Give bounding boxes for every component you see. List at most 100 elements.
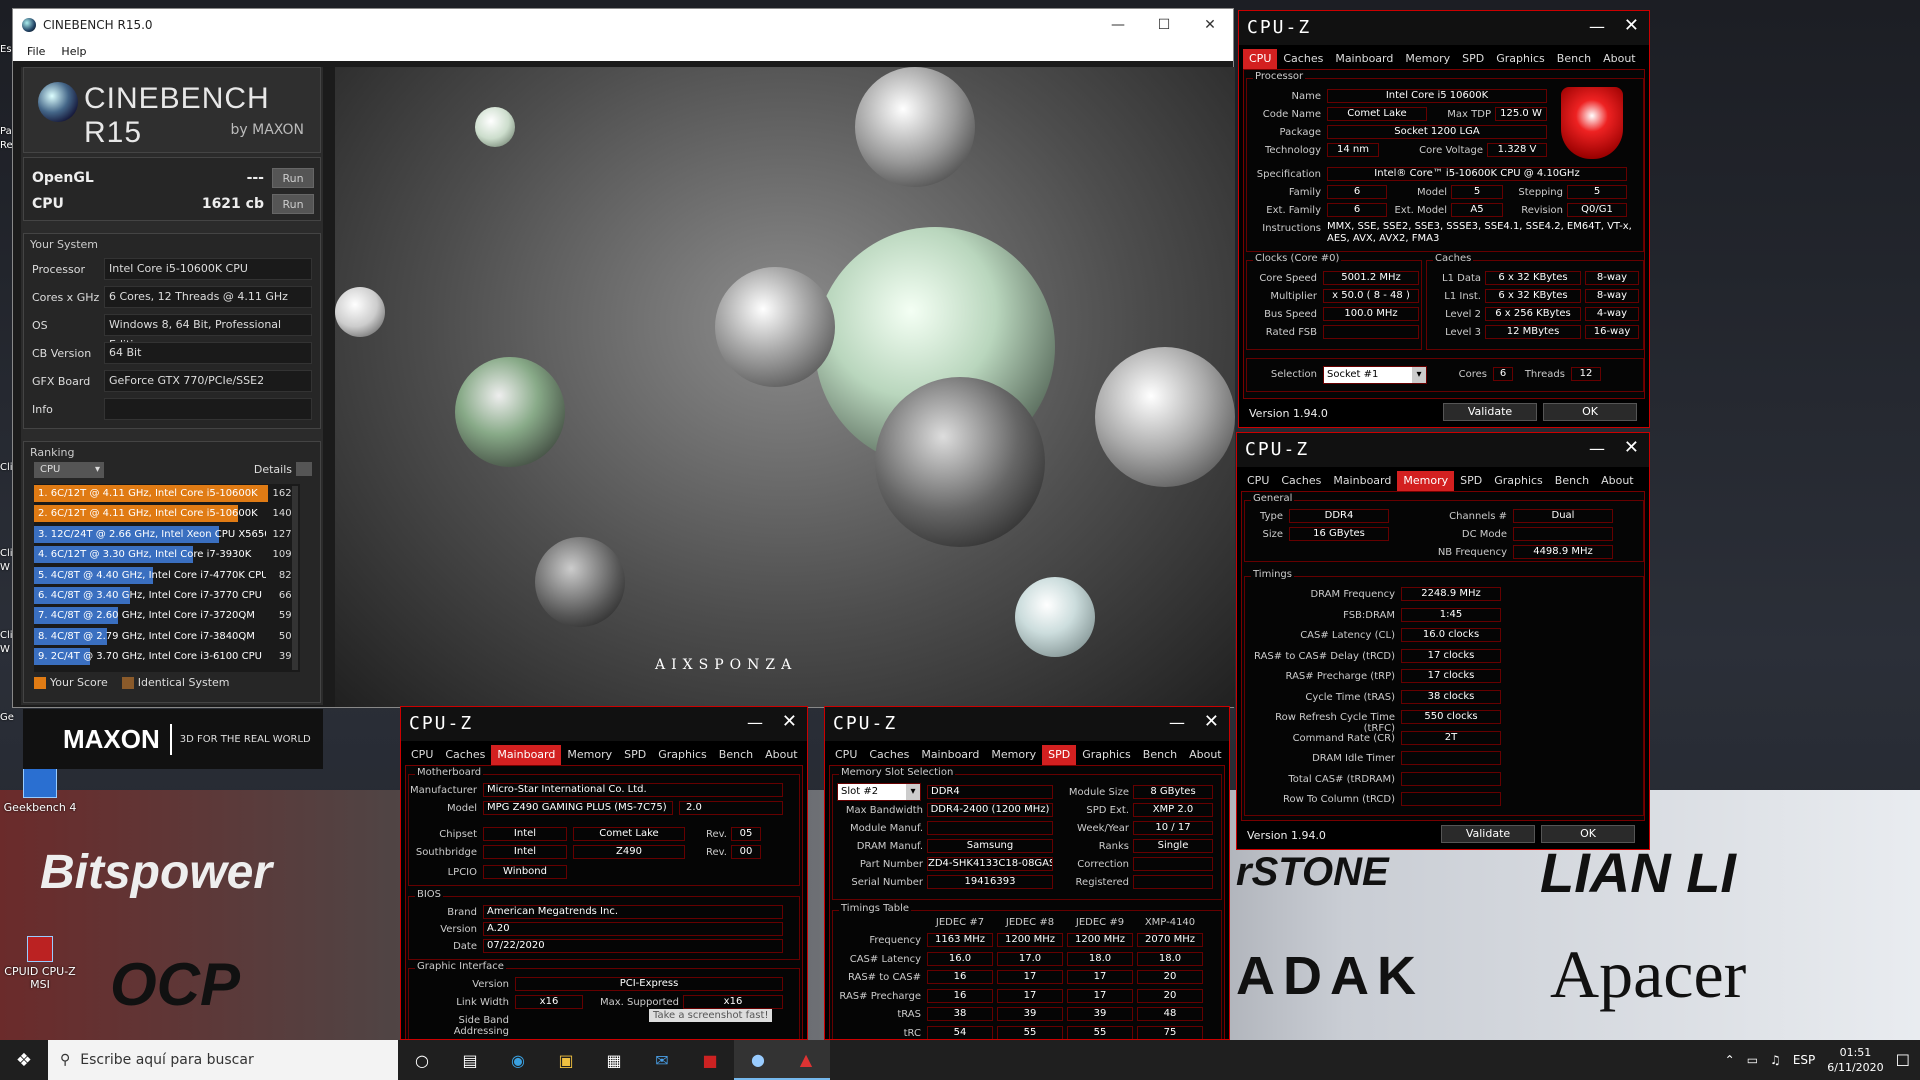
tab-mainboard[interactable]: Mainboard [491, 745, 562, 765]
clock[interactable]: 01:51 6/11/2020 [1827, 1045, 1883, 1075]
field-label: Technology [1264, 145, 1321, 156]
cpuz-titlebar[interactable]: CPU-Z — ✕ [1237, 433, 1649, 467]
language-indicator[interactable]: ESP [1793, 1053, 1815, 1067]
tab-memory[interactable]: Memory [1399, 49, 1456, 69]
tab-memory[interactable]: Memory [1397, 471, 1455, 491]
close-icon[interactable]: ✕ [1187, 9, 1233, 41]
tab-cpu[interactable]: CPU [405, 745, 439, 765]
tab-bench[interactable]: Bench [1551, 49, 1597, 69]
file-explorer-icon[interactable]: ▣ [542, 1040, 590, 1080]
network-icon[interactable]: ▭ [1747, 1053, 1758, 1067]
close-icon[interactable]: ✕ [1624, 437, 1639, 458]
chevron-up-icon[interactable]: ⌃ [1725, 1053, 1735, 1067]
tab-caches[interactable]: Caches [1277, 49, 1329, 69]
minimize-icon[interactable]: — [1589, 17, 1605, 36]
ranking-row[interactable]: 7. 4C/8T @ 2.60 GHz, Intel Core i7-3720Q… [34, 606, 300, 626]
cpuz-titlebar[interactable]: CPU-Z — ✕ [825, 707, 1229, 741]
tab-cpu[interactable]: CPU [829, 745, 863, 765]
maximize-icon[interactable]: ☐ [1141, 9, 1187, 41]
geekbench-icon [23, 764, 57, 798]
tab-about[interactable]: About [1597, 49, 1642, 69]
validate-button[interactable]: Validate [1441, 825, 1535, 843]
ok-button[interactable]: OK [1541, 825, 1635, 843]
brand-ocp: OCP [110, 951, 241, 1018]
tab-memory[interactable]: Memory [985, 745, 1042, 765]
cinebench-taskbar-icon[interactable]: ● [734, 1040, 782, 1080]
group-label: BIOS [415, 889, 444, 900]
tab-caches[interactable]: Caches [1275, 471, 1327, 491]
tab-graphics[interactable]: Graphics [1488, 471, 1549, 491]
minimize-icon[interactable]: — [1169, 713, 1185, 732]
tab-spd[interactable]: SPD [1042, 745, 1077, 765]
tab-about[interactable]: About [1183, 745, 1228, 765]
tab-cpu[interactable]: CPU [1241, 471, 1275, 491]
ranking-text: 7. 4C/8T @ 2.60 GHz, Intel Core i7-3720Q… [38, 610, 255, 622]
tab-bench[interactable]: Bench [713, 745, 759, 765]
cpuz-titlebar[interactable]: CPU-Z — ✕ [401, 707, 807, 741]
cpu-run-button[interactable]: Run [272, 194, 314, 214]
system-row-label: GFX Board [32, 374, 91, 388]
slot-select[interactable]: Slot #2 ▾ [837, 783, 921, 801]
minimize-icon[interactable]: — [1589, 439, 1605, 458]
ranking-row[interactable]: 9. 2C/4T @ 3.70 GHz, Intel Core i3-6100 … [34, 647, 300, 667]
close-icon[interactable]: ✕ [1204, 711, 1219, 732]
task-view-icon[interactable]: ▤ [446, 1040, 494, 1080]
opengl-run-button[interactable]: Run [272, 168, 314, 188]
edge-icon[interactable]: ◉ [494, 1040, 542, 1080]
tab-mainboard[interactable]: Mainboard [1327, 471, 1397, 491]
close-icon[interactable]: ✕ [782, 711, 797, 732]
menu-file[interactable]: File [27, 45, 45, 58]
tab-cpu[interactable]: CPU [1243, 49, 1278, 69]
ranking-scrollbar[interactable] [292, 486, 298, 670]
tab-spd[interactable]: SPD [1456, 49, 1490, 69]
close-icon[interactable]: ✕ [1624, 15, 1639, 36]
ok-button[interactable]: OK [1543, 403, 1637, 421]
cpuz-titlebar[interactable]: CPU-Z — ✕ [1239, 11, 1649, 45]
tab-mainboard[interactable]: Mainboard [915, 745, 985, 765]
ranking-dropdown[interactable]: CPU ▾ [34, 462, 104, 478]
ranking-row[interactable]: 1. 6C/12T @ 4.11 GHz, Intel Core i5-1060… [34, 484, 300, 504]
cinebench-titlebar[interactable]: CINEBENCH R15.0 — ☐ ✕ [13, 9, 1233, 41]
menu-help[interactable]: Help [61, 45, 86, 58]
cpuz-mainboard-body: Motherboard Manufacturer Micro-Star Inte… [405, 765, 803, 1039]
ranking-row[interactable]: 3. 12C/24T @ 2.66 GHz, Intel Xeon CPU X5… [34, 525, 300, 545]
cortana-icon[interactable]: ○ [398, 1040, 446, 1080]
ranking-list[interactable]: 1. 6C/12T @ 4.11 GHz, Intel Core i5-1060… [34, 484, 300, 672]
cpuz-taskbar-icon[interactable]: ▲ [782, 1040, 830, 1080]
tab-caches[interactable]: Caches [439, 745, 491, 765]
taskbar-search[interactable]: ⚲ Escribe aquí para buscar [48, 1040, 398, 1080]
notifications-icon[interactable]: ☐ [1896, 1051, 1910, 1070]
ranking-row[interactable]: 2. 6C/12T @ 4.11 GHz, Intel Core i5-1060… [34, 504, 300, 524]
tab-caches[interactable]: Caches [863, 745, 915, 765]
ranking-row[interactable]: 5. 4C/8T @ 4.40 GHz, Intel Core i7-4770K… [34, 566, 300, 586]
tab-about[interactable]: About [759, 745, 804, 765]
tab-graphics[interactable]: Graphics [1076, 745, 1137, 765]
socket-select[interactable]: Socket #1 ▾ [1323, 366, 1427, 384]
tab-graphics[interactable]: Graphics [1490, 49, 1551, 69]
tab-spd[interactable]: SPD [618, 745, 652, 765]
desktop-icon-geekbench[interactable]: Geekbench 4 [0, 764, 80, 814]
tab-about[interactable]: About [1595, 471, 1640, 491]
mail-icon[interactable]: ✉ [638, 1040, 686, 1080]
store-icon[interactable]: ▦ [590, 1040, 638, 1080]
tab-mainboard[interactable]: Mainboard [1329, 49, 1399, 69]
ranking-row[interactable]: 6. 4C/8T @ 3.40 GHz, Intel Core i7-3770 … [34, 586, 300, 606]
desktop-icon-cpuz[interactable]: CPUID CPU-Z MSI [0, 936, 80, 991]
tab-bench[interactable]: Bench [1549, 471, 1595, 491]
validate-button[interactable]: Validate [1443, 403, 1537, 421]
windows-start-icon[interactable]: ❖ [0, 1050, 48, 1071]
ranking-row[interactable]: 8. 4C/8T @ 2.79 GHz, Intel Core i7-3840Q… [34, 627, 300, 647]
code-name-value: Comet Lake [1327, 107, 1427, 121]
system-row-value: 64 Bit [104, 342, 312, 364]
minimize-icon[interactable]: — [747, 713, 763, 732]
ranking-row[interactable]: 4. 6C/12T @ 3.30 GHz, Intel Core i7-3930… [34, 545, 300, 565]
volume-icon[interactable]: ♫ [1770, 1053, 1781, 1067]
tab-graphics[interactable]: Graphics [652, 745, 713, 765]
tab-bench[interactable]: Bench [1137, 745, 1183, 765]
lpcio-value: Winbond [483, 865, 567, 879]
msi-dragon-icon[interactable]: ■ [686, 1040, 734, 1080]
tab-memory[interactable]: Memory [561, 745, 618, 765]
tab-spd[interactable]: SPD [1454, 471, 1488, 491]
details-button[interactable]: Details [254, 462, 312, 476]
minimize-icon[interactable]: — [1095, 9, 1141, 41]
